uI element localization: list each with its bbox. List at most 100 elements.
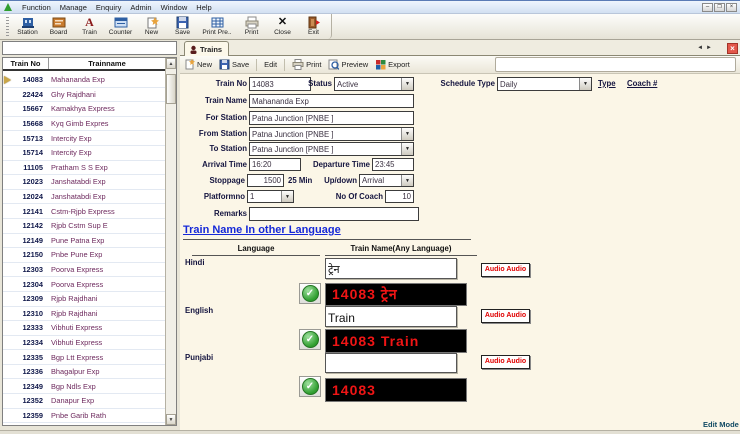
close-button[interactable]: ✕ Close [267,15,298,36]
column-header-train-no[interactable]: Train No [3,58,49,69]
language-label-english: English [185,306,213,315]
chevron-down-icon[interactable] [401,175,413,186]
to-station-dropdown[interactable]: Patna Junction [PNBE ] [249,142,414,156]
table-row[interactable]: 22424Ghy Rajdhani [3,88,165,103]
table-row[interactable]: 12359Pnbe Garib Rath [3,409,165,424]
table-row[interactable]: 12309Rjpb Rajdhani [3,292,165,307]
punjabi-name-input[interactable] [325,353,457,373]
station-icon [21,15,35,29]
train-list-scrollbar[interactable] [165,58,176,425]
hindi-verify-button[interactable] [299,283,321,304]
station-button[interactable]: Station [12,15,43,36]
type-link[interactable]: Type [598,79,616,88]
column-header-trainname[interactable]: Trainname [49,58,165,69]
minimize-icon[interactable] [702,3,713,12]
table-row[interactable]: 11105Pratham S S Exp [3,161,165,176]
stoppage-input[interactable] [247,174,284,187]
departure-time-label: Departure Time [300,160,370,169]
exit-button[interactable]: Exit [298,15,329,36]
train-form: Train No Status Active Schedule Type Dai… [180,74,740,431]
table-row[interactable]: 15667Kamakhya Express [3,102,165,117]
form-print-button[interactable]: Print [292,59,321,70]
english-name-input[interactable]: Train [325,306,457,327]
hindi-audio-button[interactable]: Audio Audio [481,263,530,277]
arrival-time-input[interactable] [249,158,301,171]
table-row[interactable]: 12336Bhagalpur Exp [3,365,165,380]
toolbar-grip[interactable] [6,17,9,37]
table-row[interactable]: 15668Kyq Gimb Expres [3,117,165,132]
form-save-button[interactable]: Save [219,59,249,70]
table-row[interactable]: 14083Mahananda Exp [3,73,165,88]
board-icon [52,15,66,29]
scroll-up-icon[interactable] [166,58,176,69]
print-preview-button[interactable]: Print Pre.. [198,15,236,36]
new-button[interactable]: New [136,15,167,36]
status-dropdown[interactable]: Active [334,77,414,91]
menu-manage[interactable]: Manage [60,3,87,12]
scroll-down-icon[interactable] [166,414,176,425]
english-verify-button[interactable] [299,329,321,350]
menu-window[interactable]: Window [161,3,188,12]
punjabi-verify-button[interactable] [299,376,321,397]
table-row[interactable]: 12335Bgp Ltt Express [3,350,165,365]
table-row[interactable]: 12334Vibhuti Express [3,336,165,351]
hindi-name-input[interactable]: ट्रेन [325,258,457,279]
table-row[interactable]: 12333Vibhuti Express [3,321,165,336]
platform-label: Platformno [180,192,245,201]
menu-function[interactable]: Function [22,3,51,12]
chevron-down-icon[interactable] [401,128,413,140]
print-button[interactable]: Print [236,15,267,36]
train-name-input[interactable] [249,94,414,108]
form-new-button[interactable]: New [184,59,212,70]
remarks-input[interactable] [249,207,419,221]
board-button[interactable]: Board [43,15,74,36]
schedule-type-dropdown[interactable]: Daily [497,77,592,91]
scrollbar-thumb[interactable] [166,74,176,104]
platform-dropdown[interactable]: 1 [247,190,294,203]
close-window-icon[interactable] [726,3,737,12]
train-button[interactable]: A Train [74,15,105,36]
chevron-down-icon[interactable] [579,78,591,90]
tab-close-icon[interactable] [727,43,738,54]
tab-next-icon[interactable] [706,45,712,51]
tab-trains[interactable]: Trains [184,41,229,56]
table-row[interactable]: 12142Rjpb Cstm Sup E [3,219,165,234]
form-edit-button[interactable]: Edit [264,60,277,69]
table-row[interactable]: 12023Janshatabdi Exp [3,175,165,190]
table-row[interactable]: 12352Danapur Exp [3,394,165,409]
menu-admin[interactable]: Admin [130,3,151,12]
table-row[interactable]: 12304Poorva Express [3,277,165,292]
save-button[interactable]: Save [167,15,198,36]
updown-dropdown[interactable]: Arrival [359,174,414,187]
table-row[interactable]: 12141Cstm-Rjpb Express [3,204,165,219]
table-row[interactable]: 12310Rjpb Rajdhani [3,307,165,322]
restore-icon[interactable] [714,3,725,12]
table-row[interactable]: 12349Bgp Ndls Exp [3,379,165,394]
chevron-down-icon[interactable] [281,191,293,202]
table-row[interactable]: 12024Janshatabdi Exp [3,190,165,205]
chevron-down-icon[interactable] [401,143,413,155]
menu-help[interactable]: Help [196,3,211,12]
form-preview-button[interactable]: Preview [328,59,368,70]
from-station-dropdown[interactable]: Patna Junction [PNBE ] [249,127,414,141]
menu-bar: Function Manage Enquiry Admin Window Hel… [0,1,740,14]
for-station-input[interactable] [249,111,414,125]
menu-enquiry[interactable]: Enquiry [96,3,121,12]
departure-time-input[interactable] [372,158,414,171]
table-row[interactable]: 12150Pnbe Pune Exp [3,248,165,263]
table-row[interactable]: 12303Poorva Express [3,263,165,278]
train-filter-input[interactable] [2,41,177,55]
table-row[interactable]: 15714Intercity Exp [3,146,165,161]
coach-count-input[interactable] [385,190,414,203]
table-row[interactable]: 12149Pune Patna Exp [3,234,165,249]
coach-link[interactable]: Coach # [627,79,657,88]
english-audio-button[interactable]: Audio Audio [481,309,530,323]
tab-prev-icon[interactable] [697,45,703,51]
chevron-down-icon[interactable] [401,78,413,90]
tab-bar: Trains [180,40,740,56]
table-row[interactable]: 15713Intercity Exp [3,131,165,146]
counter-button[interactable]: Counter [105,15,136,36]
english-led-display: 14083 Train [325,329,467,353]
form-export-button[interactable]: Export [375,59,410,70]
punjabi-audio-button[interactable]: Audio Audio [481,355,530,369]
